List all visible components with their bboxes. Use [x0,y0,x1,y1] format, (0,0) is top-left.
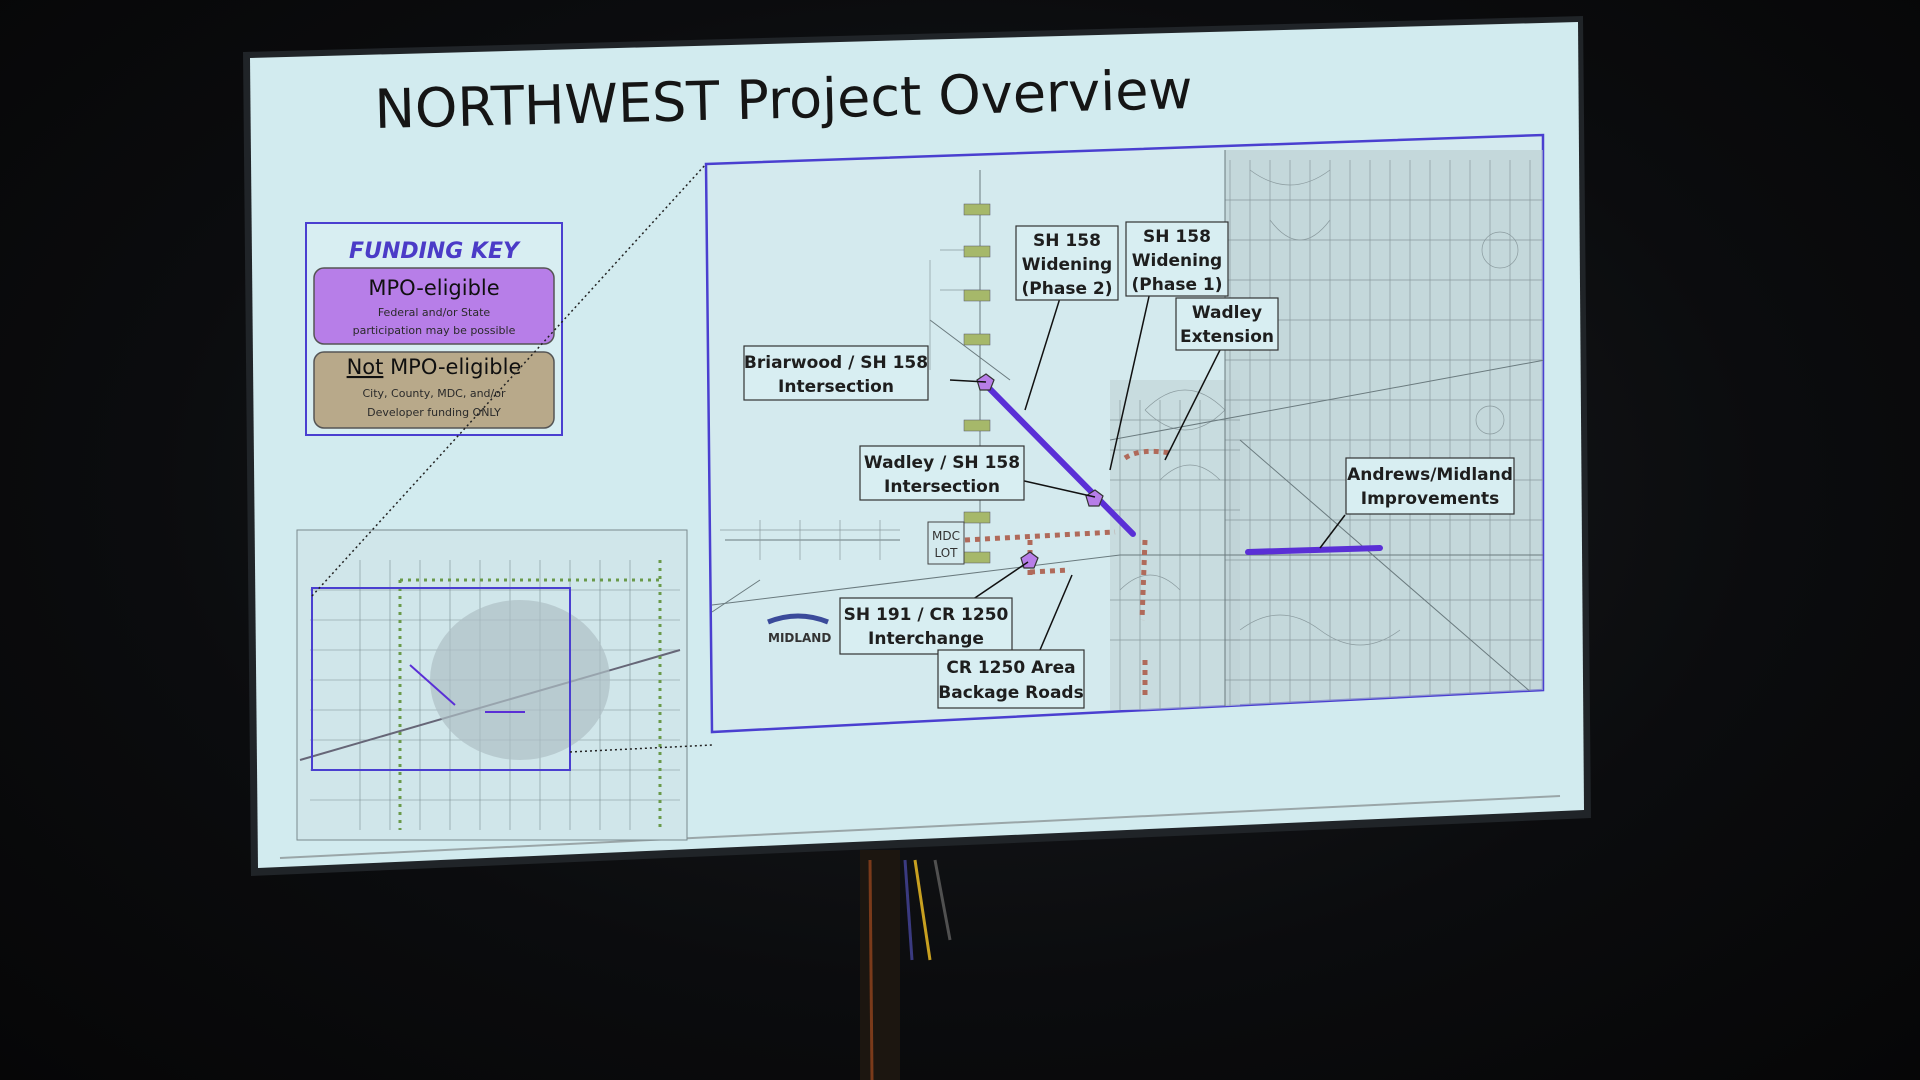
callout-andrews-l1: Andrews/Midland [1347,465,1513,485]
callout-wadley-sh158-l2: Intersection [884,477,1000,497]
callout-sh158-phase2-l3: (Phase 2) [1022,279,1113,299]
screen-stand [860,850,952,1080]
callout-cr1250-l1: CR 1250 Area [946,658,1075,678]
not-mpo-desc-2: Developer funding ONLY [367,406,501,419]
mpo-eligible-desc-1: Federal and/or State [378,306,491,319]
callout-cr1250-l2: Backage Roads [938,683,1083,703]
callout-sh158-phase1-l3: (Phase 1) [1132,275,1223,295]
callout-sh191-l1: SH 191 / CR 1250 [844,605,1009,625]
callout-briarwood-l1: Briarwood / SH 158 [744,353,928,373]
not-mpo-desc-1: City, County, MDC, and/or [362,387,505,400]
main-project-map: MIDLAND MDC LOT SH 158 Widening (Phase 2… [704,133,1545,734]
callout-sh158-phase1-l1: SH 158 [1143,227,1211,247]
callout-sh191-l2: Interchange [868,629,984,649]
projection-screen: NORTHWEST Project Overview FUNDING KEY M… [243,16,1591,1080]
funding-key-title: FUNDING KEY [349,239,521,264]
callout-andrews-l2: Improvements [1361,489,1499,509]
not-mpo-label: Not MPO-eligible [347,355,522,379]
funding-key: FUNDING KEY MPO-eligible Federal and/or … [305,222,563,436]
mdc-lot-line1: MDC [932,529,960,543]
overview-inset-map [296,529,688,841]
callout-sh158-phase2-l2: Widening [1022,255,1112,275]
callout-sh158-phase2-l1: SH 158 [1033,231,1101,251]
callout-briarwood-l2: Intersection [778,377,894,397]
callout-sh158-phase1-l2: Widening [1132,251,1222,271]
callout-wadley-sh158-l1: Wadley / SH 158 [864,453,1020,473]
mdc-lot-line2: LOT [934,546,958,560]
midland-logo-text: MIDLAND [768,631,831,645]
mpo-eligible-label: MPO-eligible [368,276,499,300]
callout-wadley-ext-l2: Extension [1180,327,1274,347]
callout-wadley-ext-l1: Wadley [1192,303,1262,323]
mpo-eligible-desc-2: participation may be possible [353,324,516,337]
